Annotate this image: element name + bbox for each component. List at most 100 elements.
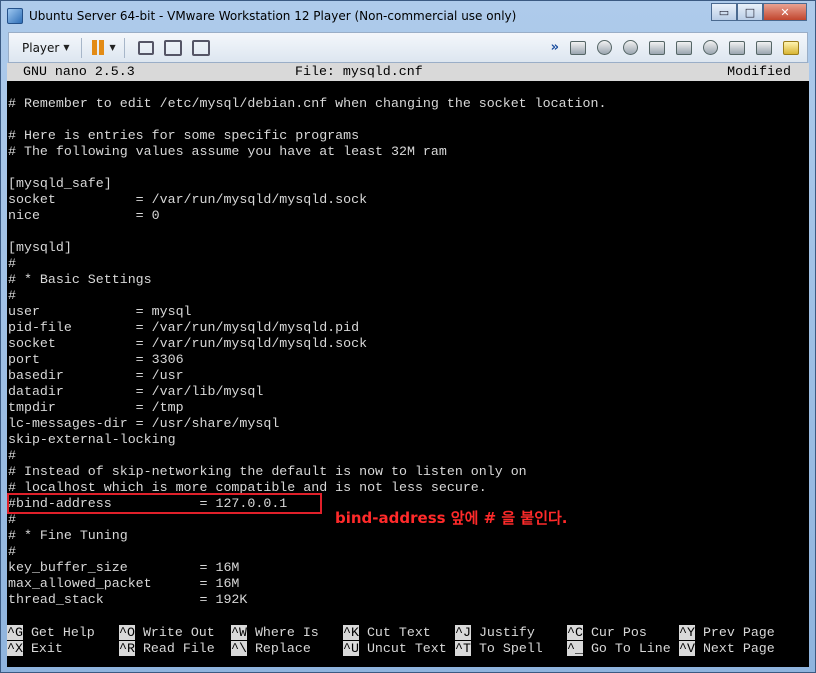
file-content[interactable]: # Remember to edit /etc/mysql/debian.cnf… — [7, 96, 606, 608]
shortcut-item: ^R Read File — [119, 641, 215, 657]
editor-line: # — [8, 544, 16, 559]
pause-icon-bar — [98, 40, 104, 55]
shortcut-key: ^Y — [679, 625, 695, 640]
shortcut-key: ^_ — [567, 641, 583, 656]
shortcut-label: Prev Page — [694, 625, 775, 640]
editor-line: # Instead of skip-networking the default… — [8, 464, 527, 479]
nano-version: GNU nano 2.5.3 — [23, 64, 135, 79]
shortcut-label: Uncut Text — [358, 641, 447, 656]
shortcut-label: To Spell — [470, 641, 543, 656]
shortcut-item: ^W Where Is — [231, 625, 319, 641]
shortcut-item: ^C Cur Pos — [567, 625, 647, 641]
shortcut-key: ^R — [119, 641, 135, 656]
cd-dvd-icon[interactable] — [597, 40, 612, 55]
editor-line: # Remember to edit /etc/mysql/debian.cnf… — [8, 96, 607, 111]
editor-line: # Here is entries for some specific prog… — [8, 128, 360, 143]
floppy-icon[interactable] — [756, 40, 772, 55]
player-menu-label: Player — [22, 40, 60, 55]
player-menu[interactable]: Player ▼ — [19, 39, 73, 57]
message-icon[interactable] — [783, 40, 799, 55]
network-icon[interactable] — [623, 40, 638, 55]
shortcut-label: Replace — [246, 641, 311, 656]
vmware-app-icon — [7, 8, 23, 24]
shortcut-key: ^K — [343, 625, 359, 640]
fullscreen-icon[interactable] — [163, 39, 182, 56]
annotation-text: bind-address 앞에 # 을 붙인다. — [335, 509, 568, 527]
shortcut-item: ^\ Replace — [231, 641, 311, 657]
shortcut-item: ^T To Spell — [455, 641, 543, 657]
shortcut-key: ^X — [7, 641, 23, 656]
nano-shortcuts: ^G Get Help ^O Write Out ^W Where Is ^K Cut… — [7, 625, 809, 659]
editor-line: # The following values assume you have a… — [8, 144, 447, 159]
pause-button[interactable]: ▼ — [91, 40, 116, 55]
display-icon[interactable] — [729, 40, 745, 55]
send-ctrl-alt-del-icon[interactable] — [137, 40, 154, 55]
editor-line: socket = /var/run/mysqld/mysqld.sock — [8, 192, 368, 207]
editor-line: port = 3306 — [8, 352, 184, 367]
editor-line: nice = 0 — [8, 208, 160, 223]
shortcut-item: ^Y Prev Page — [679, 625, 775, 641]
toolbar-divider — [80, 37, 82, 58]
shortcut-item: ^J Justify — [455, 625, 535, 641]
maximize-button[interactable]: □ — [737, 3, 763, 21]
shortcut-item: ^K Cut Text — [343, 625, 431, 641]
unity-icon[interactable] — [191, 39, 210, 56]
editor-line: # — [8, 256, 16, 271]
shortcut-label: Cur Pos — [582, 625, 647, 640]
vmware-window: Ubuntu Server 64-bit - VMware Workstatio… — [0, 0, 816, 673]
device-icons: » — [551, 40, 799, 55]
minimize-button[interactable]: ▭ — [711, 3, 737, 21]
shortcut-label: Exit — [22, 641, 63, 656]
caret-down-icon: ▼ — [63, 43, 70, 52]
pause-dropdown-icon[interactable]: ▼ — [110, 43, 116, 52]
nano-header: GNU nano 2.5.3 File: mysqld.cnf Modified — [7, 63, 809, 81]
shortcut-item: ^V Next Page — [679, 641, 775, 657]
chevron-icon[interactable]: » — [551, 40, 559, 55]
editor-line: thread_stack = 192K — [8, 592, 248, 607]
shortcut-label: Get Help — [22, 625, 95, 640]
editor-line: # * Basic Settings — [8, 272, 152, 287]
sound-icon[interactable] — [703, 40, 718, 55]
shortcut-label: Read File — [134, 641, 215, 656]
editor-line: skip-external-locking — [8, 432, 176, 447]
hard-disk-icon[interactable] — [570, 40, 586, 55]
close-button[interactable]: ✕ — [763, 3, 807, 21]
editor-line: user = mysql — [8, 304, 192, 319]
shortcut-item: ^_ Go To Line — [567, 641, 671, 657]
shortcut-label: Write Out — [134, 625, 215, 640]
shortcut-label: Where Is — [246, 625, 319, 640]
title-bar[interactable]: Ubuntu Server 64-bit - VMware Workstatio… — [1, 1, 815, 31]
editor-line: key_buffer_size = 16M — [8, 560, 240, 575]
nano-filename: File: mysqld.cnf — [295, 64, 423, 79]
shortcut-key: ^\ — [231, 641, 247, 656]
printer-icon[interactable] — [676, 40, 692, 55]
shortcut-label: Next Page — [694, 641, 775, 656]
editor-line: tmpdir = /tmp — [8, 400, 184, 415]
editor-line: # * Fine Tuning — [8, 528, 128, 543]
editor-line: [mysqld_safe] — [8, 176, 112, 191]
editor-line: # — [8, 448, 16, 463]
editor-line: [mysqld] — [8, 240, 72, 255]
vm-console[interactable]: GNU nano 2.5.3 File: mysqld.cnf Modified… — [7, 63, 809, 667]
usb-icon[interactable] — [649, 40, 665, 55]
shortcut-item: ^O Write Out — [119, 625, 215, 641]
editor-line — [7, 160, 606, 176]
shortcut-key: ^G — [7, 625, 23, 640]
window-controls: ▭ □ ✕ — [711, 3, 807, 21]
window-title: Ubuntu Server 64-bit - VMware Workstatio… — [29, 9, 517, 23]
shortcut-item: ^G Get Help — [7, 625, 95, 641]
shortcut-item: ^X Exit — [7, 641, 63, 657]
editor-line — [7, 112, 606, 128]
editor-line: # — [8, 288, 16, 303]
shortcut-key: ^C — [567, 625, 583, 640]
shortcut-key: ^O — [119, 625, 135, 640]
editor-line: socket = /var/run/mysqld/mysqld.sock — [8, 336, 368, 351]
shortcut-key: ^U — [343, 641, 359, 656]
shortcut-label: Justify — [470, 625, 535, 640]
shortcut-label: Cut Text — [358, 625, 431, 640]
shortcut-key: ^V — [679, 641, 695, 656]
editor-line: max_allowed_packet = 16M — [8, 576, 240, 591]
shortcut-key: ^J — [455, 625, 471, 640]
editor-line: pid-file = /var/run/mysqld/mysqld.pid — [8, 320, 360, 335]
player-toolbar: Player ▼ ▼ » — [8, 32, 808, 63]
